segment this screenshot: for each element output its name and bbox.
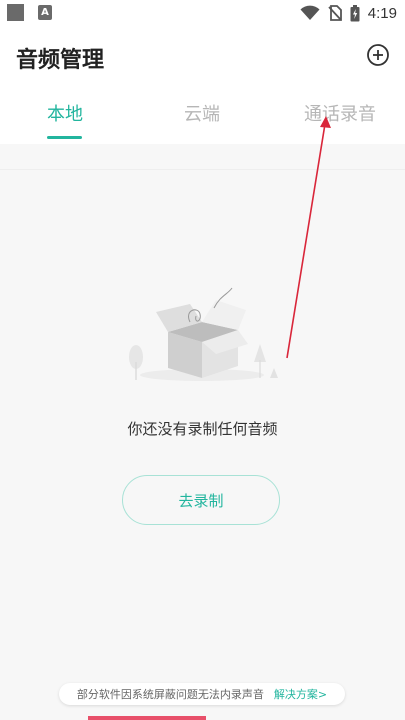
solution-link[interactable]: 解决方案> — [274, 686, 327, 702]
page-title: 音频管理 — [16, 48, 105, 73]
no-sim-icon — [328, 5, 342, 21]
plus-circle-icon[interactable] — [366, 43, 390, 67]
app-header: 音频管理 本地 云端 通话录音 — [0, 26, 405, 170]
tip-banner: 部分软件因系统屏蔽问题无法内录声音 解决方案> — [59, 683, 345, 705]
bottom-accent-bar — [88, 716, 206, 720]
battery-icon — [350, 4, 360, 21]
wifi-icon — [300, 5, 320, 20]
tip-text: 部分软件因系统屏蔽问题无法内录声音 — [76, 688, 264, 701]
screenshot-icon — [7, 4, 24, 21]
tab-cloud[interactable]: 云端 — [184, 100, 220, 126]
tab-call-recording[interactable]: 通话录音 — [304, 100, 376, 126]
status-bar: A 4:19 — [0, 0, 405, 26]
go-record-button[interactable]: 去录制 — [122, 475, 280, 525]
empty-box-illustration — [129, 287, 278, 381]
a-notification-icon: A — [38, 5, 52, 20]
tab-local[interactable]: 本地 — [47, 100, 83, 126]
active-tab-indicator — [47, 136, 82, 139]
empty-message: 你还没有录制任何音频 — [127, 420, 278, 438]
header-divider — [0, 169, 405, 170]
status-time: 4:19 — [367, 4, 397, 22]
